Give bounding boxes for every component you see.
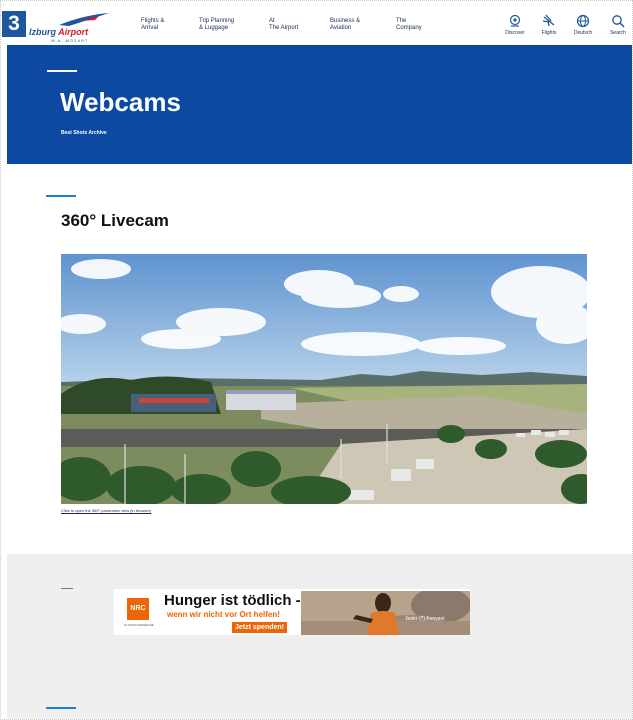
logo-wordmark: lzburg Airport xyxy=(29,27,89,37)
frame-number-badge: 3 xyxy=(2,11,26,37)
plane-swoosh-icon xyxy=(59,13,109,26)
language-label: Deutsch xyxy=(573,30,593,36)
nav-trip-planning[interactable]: Trip Planning & Luggage xyxy=(199,18,234,32)
search-button[interactable]: Search xyxy=(604,14,632,36)
ad-headline: Hunger ist tödlich - xyxy=(164,592,301,609)
donate-button[interactable]: Jetzt spenden! xyxy=(232,622,288,633)
panorama-image xyxy=(61,254,587,504)
ad-photo: Jeder (?) Kenyani xyxy=(301,591,470,635)
hero-accent-line xyxy=(47,70,77,72)
flights-button[interactable]: Flights xyxy=(535,14,563,36)
ad-subline: wenn wir nicht vor Ort helfen! xyxy=(167,610,280,619)
nav-the-company[interactable]: The Company xyxy=(396,18,422,32)
page-title: Webcams xyxy=(60,87,181,117)
language-button[interactable]: Deutsch xyxy=(569,14,597,36)
child-photo-image xyxy=(301,591,470,635)
nrc-logo: NRC xyxy=(127,598,149,620)
nrc-logo-subtitle: FLÜCHTLINGSHILFE xyxy=(124,623,154,627)
airport-logo[interactable]: lzburg Airport W.A. MOZART xyxy=(29,13,115,43)
nav-at-the-airport[interactable]: At The Airport xyxy=(269,18,298,32)
livecam-image[interactable] xyxy=(61,254,587,504)
next-section-accent-line xyxy=(46,707,76,709)
section-title: 360° Livecam xyxy=(61,211,169,230)
nav-flights-arrival[interactable]: Flights & Arrival xyxy=(141,18,164,32)
globe-icon xyxy=(576,14,590,28)
discover-label: Discover xyxy=(505,30,525,36)
site-header: lzburg Airport W.A. MOZART Flights & Arr… xyxy=(7,9,632,43)
plane-icon xyxy=(542,14,555,27)
panorama-open-link[interactable]: Click to open the 360° panoramic view (i… xyxy=(61,508,151,513)
logo-subtitle: W.A. MOZART xyxy=(51,38,89,43)
nav-business-aviation[interactable]: Business & Aviation xyxy=(330,18,360,32)
ad-marker-line xyxy=(61,588,73,589)
ad-photo-caption: Jeder (?) Kenyani xyxy=(405,616,445,622)
search-label: Search xyxy=(610,30,626,36)
section-accent-line xyxy=(46,195,76,197)
hero-banner: Webcams Best Shots Archive xyxy=(7,45,632,164)
discover-button[interactable]: Discover xyxy=(501,14,529,36)
flights-label: Flights xyxy=(541,30,557,36)
location-pin-icon xyxy=(509,14,521,27)
search-icon xyxy=(612,15,625,28)
best-shots-archive-link[interactable]: Best Shots Archive xyxy=(61,130,107,136)
ad-section xyxy=(7,554,632,719)
page-frame: 3 lzburg Airport W.A. MOZART Flights & A… xyxy=(0,0,633,720)
advertisement-banner[interactable]: NRC FLÜCHTLINGSHILFE Hunger ist tödlich … xyxy=(114,589,470,635)
